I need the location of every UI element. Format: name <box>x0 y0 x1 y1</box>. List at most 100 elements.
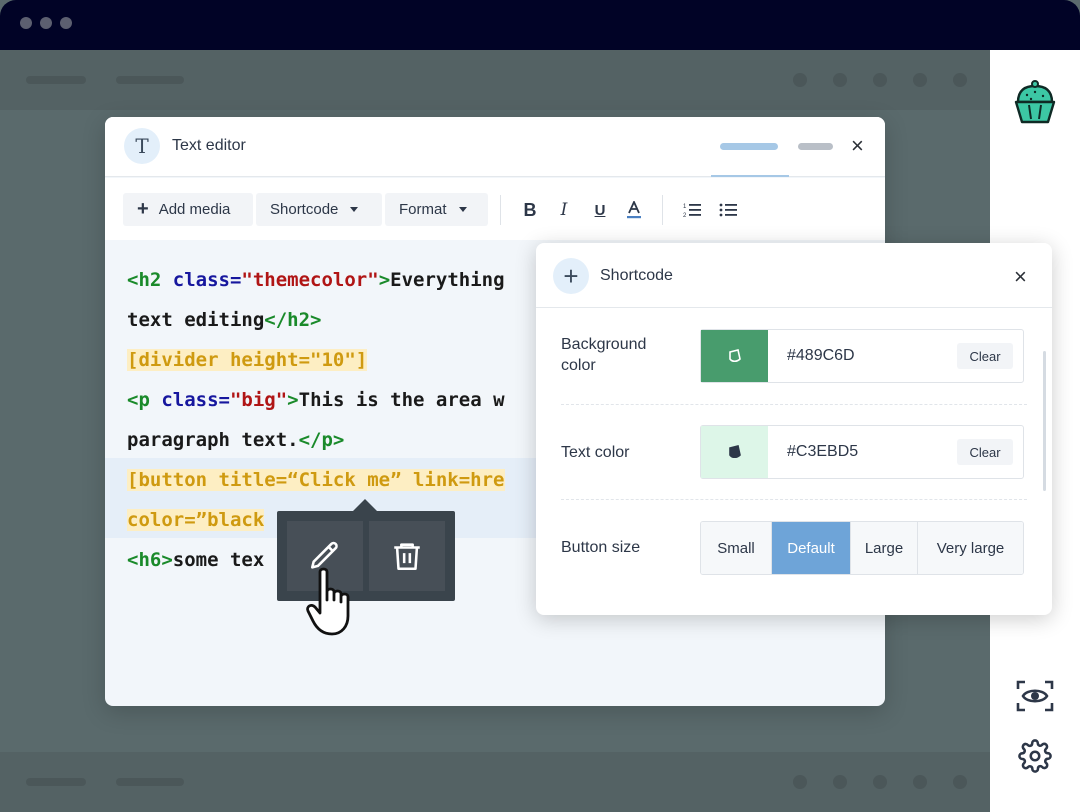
text-color-value[interactable]: #C3EBD5 <box>787 443 858 461</box>
background-color-value[interactable]: #489C6D <box>787 347 855 365</box>
eye-scan-icon[interactable] <box>990 680 1080 712</box>
add-media-label: Add media <box>158 201 231 218</box>
code-token: <h6> <box>127 549 173 571</box>
italic-icon[interactable]: I <box>553 200 575 220</box>
toolbar-divider <box>662 195 663 225</box>
chevron-down-icon <box>458 207 467 212</box>
button-size-option-small[interactable]: Small <box>701 522 772 574</box>
active-tab-indicator <box>711 175 789 177</box>
button-size-option-default[interactable]: Default <box>772 522 851 574</box>
code-token: text editing <box>127 309 265 331</box>
hand-pointer-icon <box>306 567 350 636</box>
editor-avatar: T <box>124 128 160 164</box>
button-size-option-very-large[interactable]: Very large <box>918 522 1023 574</box>
window-dot-close[interactable] <box>20 17 32 29</box>
code-token: <p <box>127 389 162 411</box>
chevron-down-icon <box>350 207 359 212</box>
background-dot <box>833 775 847 789</box>
bullet-list-icon[interactable] <box>717 200 739 220</box>
popup-arrow <box>353 499 377 511</box>
bold-icon[interactable]: B <box>519 200 541 220</box>
background-dot <box>793 73 807 87</box>
code-token: class= <box>161 389 230 411</box>
tab-1[interactable] <box>720 143 778 150</box>
code-line: text editing</h2> <box>127 305 321 335</box>
close-icon[interactable]: × <box>1014 266 1027 288</box>
underline-icon[interactable]: U <box>589 200 611 220</box>
close-icon[interactable]: × <box>851 135 864 157</box>
gear-icon[interactable] <box>990 739 1080 773</box>
window-dot-maximize[interactable] <box>60 17 72 29</box>
divider <box>561 499 1027 500</box>
code-line: [divider height="10"] <box>127 345 368 375</box>
shortcode-panel-title: Shortcode <box>600 267 673 284</box>
plus-icon: + <box>137 198 149 220</box>
background-pill <box>26 778 86 786</box>
code-token: some tex <box>172 549 265 571</box>
format-dropdown[interactable]: Format <box>385 193 488 226</box>
code-token: Everything <box>390 269 505 291</box>
cupcake-icon[interactable] <box>990 78 1080 128</box>
code-token: "themecolor" <box>241 269 379 291</box>
code-token: [button title=“Click me” link=hre <box>127 469 505 491</box>
editor-title: Text editor <box>172 137 246 154</box>
ordered-list-icon[interactable]: 12 <box>681 200 703 220</box>
shortcode-panel: + Shortcode × Background color #489C6D C… <box>536 243 1052 615</box>
tab-2[interactable] <box>798 143 833 150</box>
delete-button[interactable] <box>369 521 445 591</box>
background-pill <box>116 778 184 786</box>
plus-icon[interactable]: + <box>553 258 589 294</box>
button-size-option-large[interactable]: Large <box>851 522 918 574</box>
background-color-field[interactable]: #489C6D Clear <box>700 329 1024 383</box>
scrollbar[interactable] <box>1043 351 1046 491</box>
code-line: color=”black <box>127 505 265 535</box>
text-color-label: Text color <box>561 444 630 461</box>
text-color-clear-button[interactable]: Clear <box>957 439 1013 465</box>
text-color-icon[interactable] <box>623 200 645 220</box>
editor-header: T Text editor × <box>105 117 885 177</box>
background-dot <box>833 73 847 87</box>
code-line: <p class="big">This is the area w <box>127 385 505 415</box>
background-color-clear-button[interactable]: Clear <box>957 343 1013 369</box>
background-color-swatch[interactable] <box>701 330 768 382</box>
button-size-label: Button size <box>561 539 641 556</box>
code-token: color=”black <box>127 509 265 531</box>
text-color-swatch[interactable] <box>701 426 768 478</box>
svg-text:1: 1 <box>683 204 687 210</box>
code-token: class= <box>172 269 242 291</box>
shortcode-panel-header: + Shortcode × <box>536 243 1052 308</box>
code-line: [button title=“Click me” link=hre <box>127 465 505 495</box>
shortcode-label: Shortcode <box>270 201 339 218</box>
code-token: </p> <box>298 429 345 451</box>
background-dot <box>913 775 927 789</box>
background-top-bar <box>0 50 990 110</box>
editor-toolbar: + Add media Shortcode Format B I U 12 <box>105 178 885 240</box>
paint-bucket-icon <box>728 445 741 459</box>
trash-icon <box>394 543 420 571</box>
format-label: Format <box>399 201 447 218</box>
svg-text:2: 2 <box>683 213 687 218</box>
shortcode-dropdown[interactable]: Shortcode <box>256 193 382 226</box>
code-token: > <box>378 269 391 291</box>
code-line: <h2 class="themecolor">Everything <box>127 265 505 295</box>
add-media-button[interactable]: + Add media <box>123 193 253 226</box>
paint-bucket-icon <box>728 349 741 363</box>
code-token: [divider height="10"] <box>127 349 368 371</box>
background-dot <box>913 73 927 87</box>
toolbar-divider <box>500 195 501 225</box>
background-bottom-bar <box>0 752 990 812</box>
code-token: paragraph text. <box>127 429 299 451</box>
window-dot-minimize[interactable] <box>40 17 52 29</box>
window-titlebar <box>0 0 1080 50</box>
background-dot <box>953 73 967 87</box>
code-line: <h6>some tex <box>127 545 264 575</box>
code-token: </h2> <box>264 309 322 331</box>
background-pill <box>116 76 184 84</box>
button-size-selector: Small Default Large Very large <box>700 521 1024 575</box>
background-dot <box>873 73 887 87</box>
text-color-field[interactable]: #C3EBD5 Clear <box>700 425 1024 479</box>
code-token: <h2 <box>127 269 173 291</box>
divider <box>561 404 1027 405</box>
background-dot <box>793 775 807 789</box>
background-pill <box>26 76 86 84</box>
